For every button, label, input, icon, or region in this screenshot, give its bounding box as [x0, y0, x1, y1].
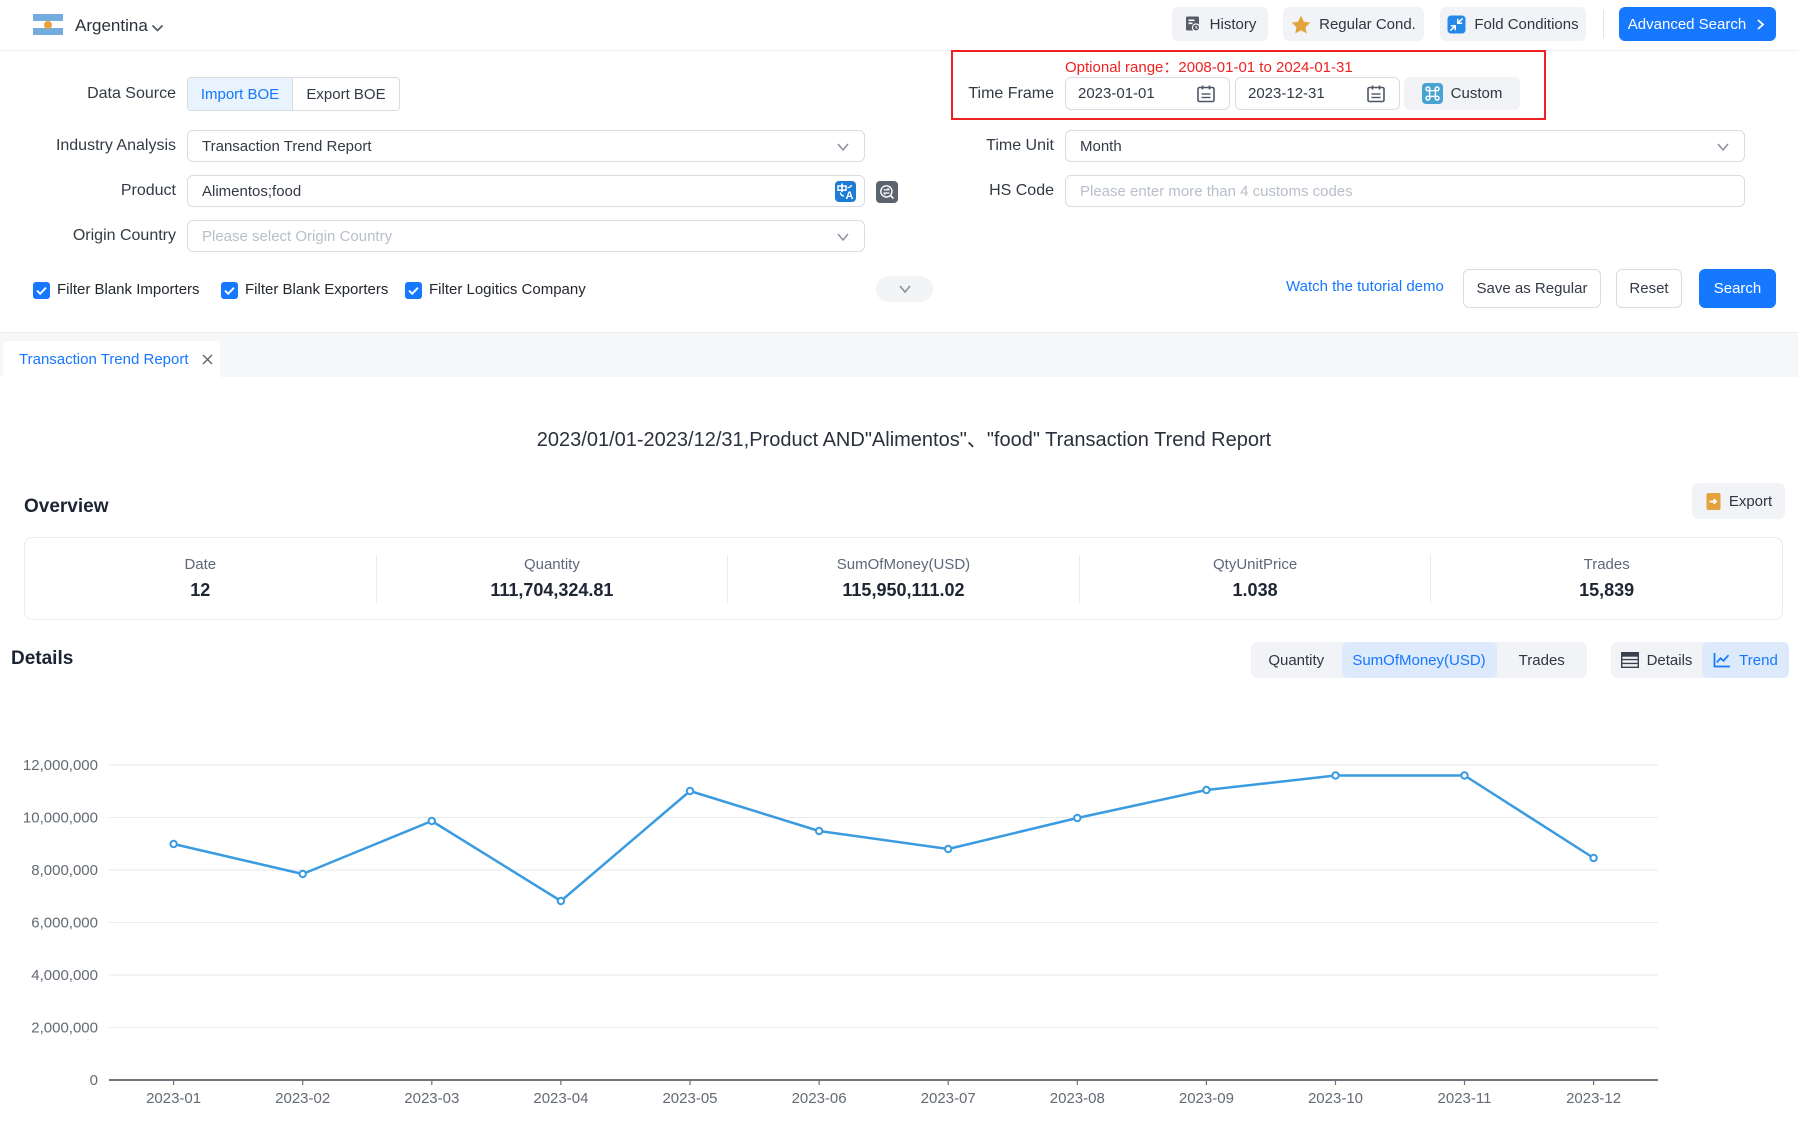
- svg-text:12,000,000: 12,000,000: [23, 757, 98, 774]
- svg-text:2023-11: 2023-11: [1438, 1090, 1492, 1107]
- svg-text:2023-06: 2023-06: [792, 1090, 847, 1107]
- svg-text:2023-10: 2023-10: [1308, 1090, 1363, 1107]
- svg-text:2023-08: 2023-08: [1050, 1090, 1105, 1107]
- svg-text:10,000,000: 10,000,000: [23, 810, 98, 827]
- svg-text:4,000,000: 4,000,000: [31, 967, 98, 984]
- svg-text:2023-01: 2023-01: [146, 1090, 201, 1107]
- svg-text:2023-02: 2023-02: [275, 1090, 330, 1107]
- svg-text:2023-09: 2023-09: [1179, 1090, 1234, 1107]
- svg-text:0: 0: [90, 1072, 98, 1089]
- svg-text:2023-07: 2023-07: [921, 1090, 976, 1107]
- svg-text:2023-03: 2023-03: [404, 1090, 459, 1107]
- svg-text:2023-04: 2023-04: [533, 1090, 588, 1107]
- svg-text:A: A: [846, 190, 854, 202]
- svg-text:8,000,000: 8,000,000: [31, 862, 98, 879]
- svg-text:2023-12: 2023-12: [1566, 1090, 1621, 1107]
- svg-text:6,000,000: 6,000,000: [31, 915, 98, 932]
- svg-text:2,000,000: 2,000,000: [31, 1020, 98, 1037]
- svg-text:2023-05: 2023-05: [662, 1090, 717, 1107]
